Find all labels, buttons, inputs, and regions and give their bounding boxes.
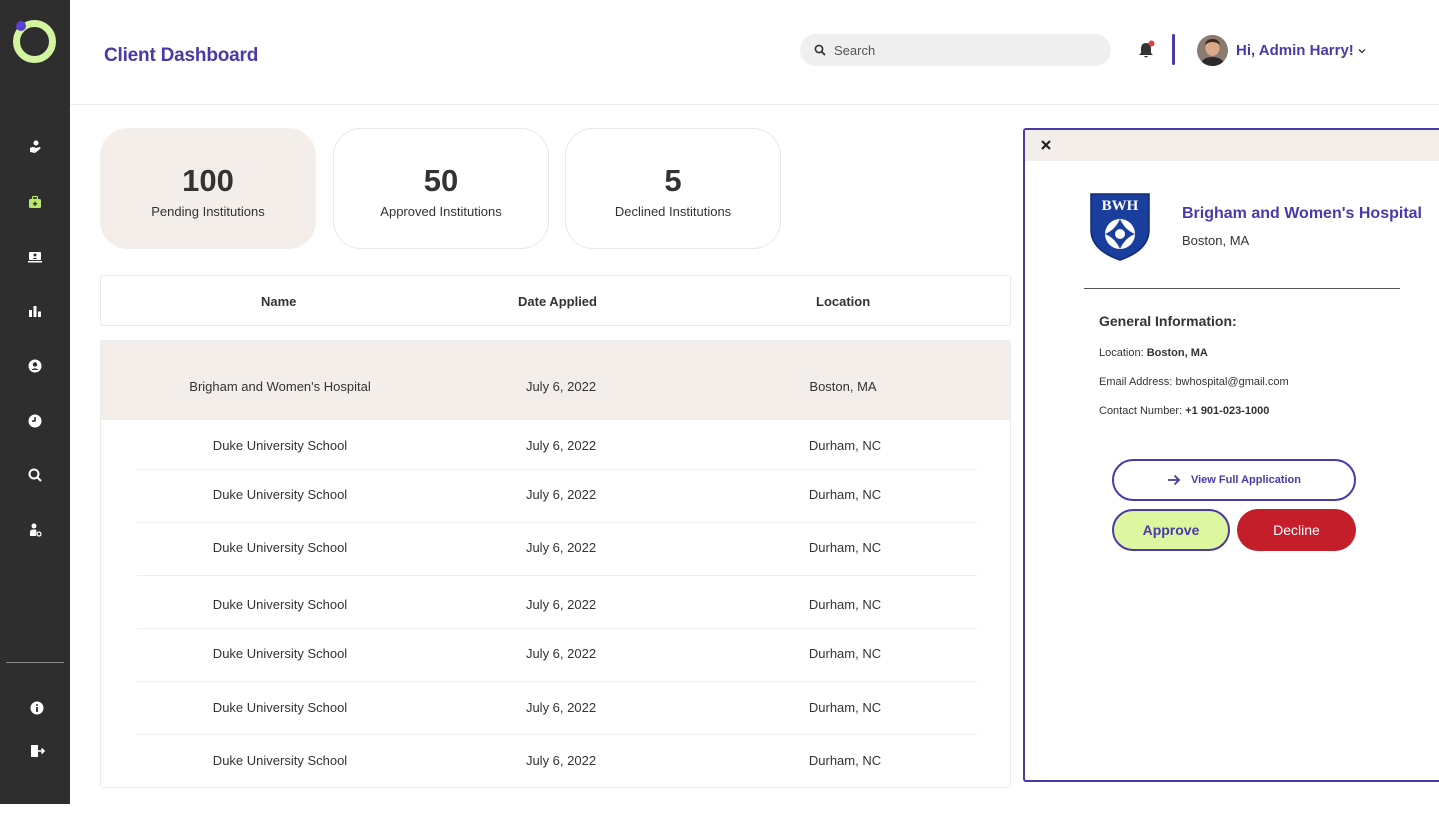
user-greeting: Hi, Admin Harry! xyxy=(1236,42,1354,59)
table-row[interactable]: Duke University School July 6, 2022 Durh… xyxy=(101,735,1010,787)
cell-name: Duke University School xyxy=(212,646,348,661)
decline-button[interactable]: Decline xyxy=(1237,509,1356,551)
cell-date: July 6, 2022 xyxy=(525,753,597,768)
stat-label: Declined Institutions xyxy=(614,204,732,219)
clock-icon[interactable] xyxy=(25,411,45,431)
table-row[interactable]: Duke University School July 6, 2022 Durh… xyxy=(101,682,1010,735)
column-header-location[interactable]: Location xyxy=(816,294,870,309)
search-icon[interactable] xyxy=(25,465,45,485)
cell-location: Durham, NC xyxy=(808,597,882,612)
stat-value: 100 xyxy=(182,163,234,198)
search-bar[interactable] xyxy=(800,34,1111,66)
cell-date: July 6, 2022 xyxy=(525,646,597,661)
top-header: Client Dashboard Hi, Admin Harry! xyxy=(70,0,1439,105)
cell-date: July 6, 2022 xyxy=(525,597,597,612)
notification-bell-icon[interactable] xyxy=(1136,40,1156,60)
cell-location: Durham, NC xyxy=(808,700,882,715)
cell-name: Duke University School xyxy=(212,487,348,502)
header-divider xyxy=(1172,34,1175,65)
page-title: Client Dashboard xyxy=(104,45,259,66)
panel-header xyxy=(1025,130,1439,161)
hospital-logo: BWH xyxy=(1090,193,1150,261)
info-email: Email Address: bwhospital@gmail.com xyxy=(1099,376,1289,388)
user-settings-icon[interactable] xyxy=(25,520,45,540)
cell-location: Boston, MA xyxy=(809,379,877,394)
hospital-logo-text: BWH xyxy=(1102,198,1139,214)
cell-date: July 6, 2022 xyxy=(525,540,597,555)
caregiver-icon[interactable] xyxy=(25,137,45,157)
cell-location: Durham, NC xyxy=(808,646,882,661)
arrow-right-icon xyxy=(1167,474,1181,486)
cell-date: July 6, 2022 xyxy=(525,700,597,715)
search-input[interactable] xyxy=(834,42,1084,58)
stat-card-approved[interactable]: 50 Approved Institutions xyxy=(333,128,549,249)
info-contact: Contact Number: +1 901-023-1000 xyxy=(1099,405,1269,417)
medical-bag-icon[interactable] xyxy=(25,192,45,212)
cell-date: July 6, 2022 xyxy=(525,438,597,453)
approve-button[interactable]: Approve xyxy=(1112,509,1230,551)
user-menu[interactable]: Hi, Admin Harry! xyxy=(1236,42,1367,59)
info-location-label: Location: xyxy=(1099,347,1144,359)
stat-value: 5 xyxy=(664,163,682,198)
stat-card-pending[interactable]: 100 Pending Institutions xyxy=(100,128,316,249)
sidebar xyxy=(0,0,70,804)
bar-chart-icon[interactable] xyxy=(25,301,45,321)
stat-label: Pending Institutions xyxy=(151,204,265,219)
close-icon[interactable] xyxy=(1039,138,1053,152)
cell-name: Duke University School xyxy=(212,438,348,453)
avatar[interactable] xyxy=(1197,35,1228,66)
cell-name: Duke University School xyxy=(212,700,348,715)
stat-card-declined[interactable]: 5 Declined Institutions xyxy=(565,128,781,249)
view-full-application-button[interactable]: View Full Application xyxy=(1112,459,1356,501)
institution-location: Boston, MA xyxy=(1182,233,1250,248)
table-row[interactable]: Duke University School July 6, 2022 Durh… xyxy=(101,629,1010,682)
monitor-user-icon[interactable] xyxy=(25,247,45,267)
info-contact-value: +1 901-023-1000 xyxy=(1185,405,1270,417)
table-row[interactable]: Duke University School July 6, 2022 Durh… xyxy=(101,576,1010,629)
table-row[interactable]: Duke University School July 6, 2022 Durh… xyxy=(101,470,1010,523)
info-email-value[interactable]: bwhospital@gmail.com xyxy=(1175,376,1288,388)
cell-location: Durham, NC xyxy=(808,487,882,502)
cell-name: Duke University School xyxy=(212,540,348,555)
logout-icon[interactable] xyxy=(27,741,47,761)
info-location-value: Boston, MA xyxy=(1146,347,1208,359)
view-full-application-label: View Full Application xyxy=(1190,474,1301,486)
cell-name: Duke University School xyxy=(212,597,348,612)
sidebar-divider xyxy=(6,662,64,663)
institutions-table: Brigham and Women's Hospital July 6, 202… xyxy=(100,340,1011,788)
column-header-date[interactable]: Date Applied xyxy=(518,294,597,309)
info-location: Location: Boston, MA xyxy=(1099,347,1208,359)
institution-name: Brigham and Women's Hospital xyxy=(1182,205,1422,222)
cell-date: July 6, 2022 xyxy=(525,379,597,394)
institution-detail-panel: BWH Brigham and Women's Hospital Boston,… xyxy=(1023,128,1439,782)
table-row[interactable]: Duke University School July 6, 2022 Durh… xyxy=(101,420,1010,470)
stat-value: 50 xyxy=(423,163,459,198)
cell-name: Brigham and Women's Hospital xyxy=(189,379,371,394)
general-info-title: General Information: xyxy=(1099,313,1237,329)
panel-divider xyxy=(1084,288,1400,289)
cell-location: Durham, NC xyxy=(808,753,882,768)
cell-name: Duke University School xyxy=(212,753,348,768)
table-row[interactable]: Duke University School July 6, 2022 Durh… xyxy=(101,523,1010,576)
cell-date: July 6, 2022 xyxy=(525,487,597,502)
table-row[interactable]: Brigham and Women's Hospital July 6, 202… xyxy=(101,341,1010,420)
user-circle-icon[interactable] xyxy=(25,356,45,376)
table-header: Name Date Applied Location xyxy=(100,275,1011,326)
info-icon[interactable] xyxy=(27,698,47,718)
cell-location: Durham, NC xyxy=(808,540,882,555)
cell-location: Durham, NC xyxy=(808,438,882,453)
stat-label: Approved Institutions xyxy=(380,204,502,219)
info-email-label: Email Address: xyxy=(1099,376,1173,388)
search-icon xyxy=(814,44,826,56)
app-logo[interactable] xyxy=(11,18,58,65)
info-contact-label: Contact Number: xyxy=(1099,405,1183,417)
chevron-down-icon xyxy=(1358,48,1366,53)
column-header-name[interactable]: Name xyxy=(261,294,296,309)
